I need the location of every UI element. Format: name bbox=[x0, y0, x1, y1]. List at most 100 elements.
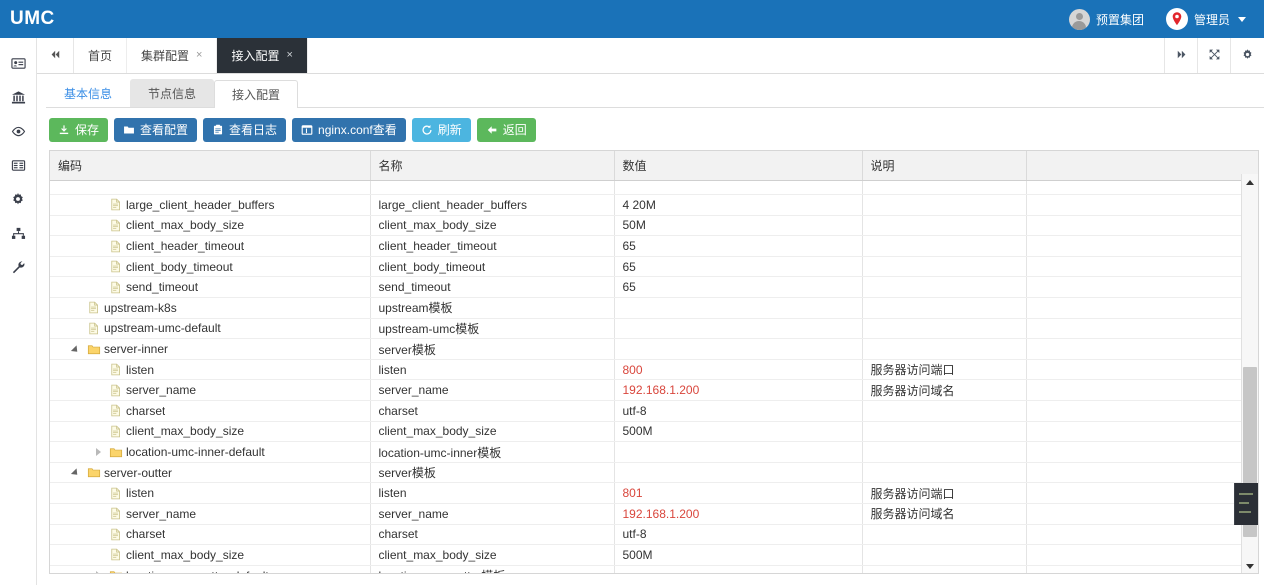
row-code-label: send_timeout bbox=[126, 280, 199, 295]
cell-value[interactable]: 800 bbox=[614, 359, 863, 381]
tree-twisty-open-icon[interactable] bbox=[72, 467, 83, 478]
refresh-button[interactable]: 刷新 bbox=[411, 118, 471, 142]
sidebar-item-tools[interactable] bbox=[0, 250, 37, 284]
cell-desc bbox=[862, 215, 1027, 237]
cell-desc bbox=[862, 297, 1027, 319]
cell-name: upstream模板 bbox=[370, 297, 615, 319]
table-row[interactable]: upstream-umc-default upstream-umc模板 bbox=[50, 318, 1258, 340]
table-row[interactable]: client_body_timeout client_body_timeout 65 bbox=[50, 256, 1258, 278]
table-row[interactable]: server-inner server模板 bbox=[50, 338, 1258, 360]
tab-access-config[interactable]: 接入配置 × bbox=[217, 38, 308, 73]
tab-settings-button[interactable] bbox=[1231, 38, 1264, 73]
table-row[interactable]: server_name server_name 192.168.1.200 服务器访问… bbox=[50, 503, 1258, 525]
sidebar-item-settings[interactable] bbox=[0, 182, 37, 216]
table-row[interactable]: server_name server_name 192.168.1.200 服务器访问… bbox=[50, 379, 1258, 402]
table-row[interactable]: client_header_timeout client_header_timeo… bbox=[50, 235, 1258, 257]
table-row[interactable]: large_client_header_buffers large_client_… bbox=[50, 194, 1258, 216]
column-header-name[interactable]: 名称 bbox=[370, 151, 615, 181]
cell-value[interactable]: 192.168.1.200 bbox=[614, 503, 863, 525]
cell-value[interactable]: 65 bbox=[614, 235, 863, 257]
tree-twisty-closed-icon[interactable] bbox=[94, 447, 105, 458]
cell-value[interactable]: 500M bbox=[614, 544, 863, 566]
left-sidebar bbox=[0, 38, 37, 585]
cell-value[interactable]: utf-8 bbox=[614, 524, 863, 546]
subtab-access-config[interactable]: 接入配置 bbox=[214, 80, 299, 108]
scroll-up-arrow-icon[interactable] bbox=[1242, 174, 1258, 190]
table-row[interactable]: charset charset utf-8 bbox=[50, 400, 1258, 422]
table-row[interactable]: location-umc-inner-default location-umc-i… bbox=[50, 441, 1258, 463]
table-row[interactable]: location-umc-outter-default location-umc-… bbox=[50, 565, 1258, 573]
cell-value[interactable]: 500M bbox=[614, 421, 863, 443]
cell-code: upstream-k8s bbox=[50, 297, 371, 319]
cell-value[interactable] bbox=[614, 462, 863, 484]
sidebar-item-monitor[interactable] bbox=[0, 114, 37, 148]
tab-scroll-left-button[interactable] bbox=[37, 38, 74, 73]
cell-value[interactable]: 192.168.1.200 bbox=[614, 379, 863, 402]
button-label: 查看日志 bbox=[229, 123, 278, 137]
scroll-down-arrow-icon[interactable] bbox=[1242, 558, 1258, 573]
subtab-basic-info[interactable]: 基本信息 bbox=[46, 79, 130, 107]
fullscreen-button[interactable] bbox=[1198, 38, 1231, 73]
row-code-label: charset bbox=[126, 527, 166, 542]
tab-cluster-config[interactable]: 集群配置 × bbox=[127, 38, 218, 73]
column-header-value[interactable]: 数值 bbox=[614, 151, 863, 181]
tree-twisty-closed-icon[interactable] bbox=[94, 570, 105, 573]
tree-twisty-open-icon[interactable] bbox=[72, 344, 83, 355]
cell-name: listen bbox=[370, 482, 615, 504]
cell-value[interactable]: utf-8 bbox=[614, 400, 863, 422]
close-icon[interactable]: × bbox=[286, 50, 292, 61]
column-header-extra[interactable] bbox=[1026, 151, 1258, 181]
folder-icon bbox=[87, 466, 101, 479]
subtab-label: 基本信息 bbox=[64, 87, 113, 101]
table-row[interactable]: send_timeout send_timeout 65 bbox=[50, 276, 1258, 299]
sidebar-item-id-card[interactable] bbox=[0, 46, 37, 80]
table-row[interactable]: client_max_body_size client_max_body_size… bbox=[50, 421, 1258, 443]
org-chip[interactable]: 预置集团 bbox=[1061, 8, 1152, 30]
file-icon bbox=[87, 301, 100, 314]
double-chevron-right-icon bbox=[1175, 48, 1188, 64]
row-name-label: location-umc-inner模板 bbox=[378, 445, 502, 460]
cell-value[interactable]: 65 bbox=[614, 256, 863, 278]
table-row[interactable]: client_max_body_size client_max_body_size… bbox=[50, 544, 1258, 566]
clipboard-icon bbox=[212, 124, 224, 136]
column-header-desc[interactable]: 说明 bbox=[862, 151, 1027, 181]
sidebar-item-bank[interactable] bbox=[0, 80, 37, 114]
cell-value[interactable]: 65 bbox=[614, 276, 863, 299]
back-button[interactable]: 返回 bbox=[476, 118, 536, 142]
table-row[interactable]: upstream-k8s upstream模板 bbox=[50, 297, 1258, 319]
row-name-label: client_max_body_size bbox=[378, 218, 497, 233]
cell-value[interactable] bbox=[614, 565, 863, 573]
cell-value[interactable]: 801 bbox=[614, 482, 863, 504]
sidebar-item-sitemap[interactable] bbox=[0, 216, 37, 250]
table-body-viewport: client_header_buffersclient_header_buffe… bbox=[50, 174, 1258, 573]
tab-scroll-right-button[interactable] bbox=[1165, 38, 1198, 73]
cell-value[interactable]: 50M bbox=[614, 215, 863, 237]
subtab-node-info[interactable]: 节点信息 bbox=[130, 79, 215, 107]
cell-desc: 服务器访问端口 bbox=[862, 482, 1027, 504]
cell-value[interactable] bbox=[614, 338, 863, 360]
save-button[interactable]: 保存 bbox=[49, 118, 109, 142]
table-row[interactable]: server-outter server模板 bbox=[50, 462, 1258, 484]
table-row[interactable]: listen listen 800 服务器访问端口 bbox=[50, 359, 1258, 381]
user-menu[interactable]: 管理员 bbox=[1158, 8, 1254, 30]
row-code-label: client_max_body_size bbox=[126, 218, 245, 233]
cell-code: location-umc-outter-default bbox=[50, 565, 371, 573]
folder-icon bbox=[109, 446, 123, 459]
column-header-code[interactable]: 编码 bbox=[50, 151, 371, 181]
close-icon[interactable]: × bbox=[196, 50, 202, 61]
nginx-conf-view-button[interactable]: nginx.conf查看 bbox=[292, 118, 406, 142]
cell-value[interactable]: 4 20M bbox=[614, 194, 863, 216]
view-config-button[interactable]: 查看配置 bbox=[114, 118, 198, 142]
table-row[interactable]: client_max_body_size client_max_body_size… bbox=[50, 215, 1258, 237]
sidebar-item-list[interactable] bbox=[0, 148, 37, 182]
tab-home[interactable]: 首页 bbox=[74, 38, 128, 73]
tab-bar-spacer bbox=[308, 38, 1165, 73]
table-row[interactable]: listen listen 801 服务器访问端口 bbox=[50, 482, 1258, 504]
table-row[interactable]: charset charset utf-8 bbox=[50, 524, 1258, 546]
cell-value[interactable] bbox=[614, 297, 863, 319]
row-value-label: 500M bbox=[622, 547, 653, 562]
cell-value[interactable] bbox=[614, 318, 863, 340]
cell-code: charset bbox=[50, 524, 371, 546]
view-log-button[interactable]: 查看日志 bbox=[203, 118, 287, 142]
cell-value[interactable] bbox=[614, 441, 863, 463]
